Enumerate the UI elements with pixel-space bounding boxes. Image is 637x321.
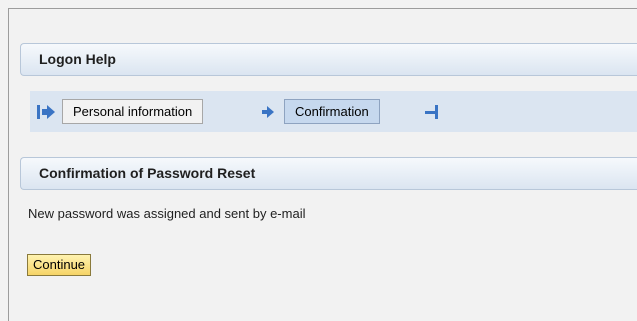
roadmap-end-icon	[425, 105, 438, 119]
continue-button[interactable]: Continue	[27, 254, 92, 276]
logon-help-header: Logon Help	[20, 43, 637, 76]
roadmap-start-icon	[37, 105, 55, 119]
roadmap-step-confirmation[interactable]: Confirmation	[284, 99, 380, 124]
roadmap-step-label: Personal information	[73, 104, 193, 119]
logon-help-title: Logon Help	[39, 51, 116, 67]
roadmap-step-personal-information[interactable]: Personal information	[62, 99, 204, 124]
confirmation-title: Confirmation of Password Reset	[39, 165, 256, 181]
confirmation-message: New password was assigned and sent by e-…	[28, 206, 306, 221]
roadmap-step-label: Confirmation	[295, 104, 369, 119]
roadmap: Personal information Confirmation	[30, 91, 637, 132]
confirmation-header: Confirmation of Password Reset	[20, 157, 637, 190]
roadmap-arrow-icon	[262, 106, 274, 118]
